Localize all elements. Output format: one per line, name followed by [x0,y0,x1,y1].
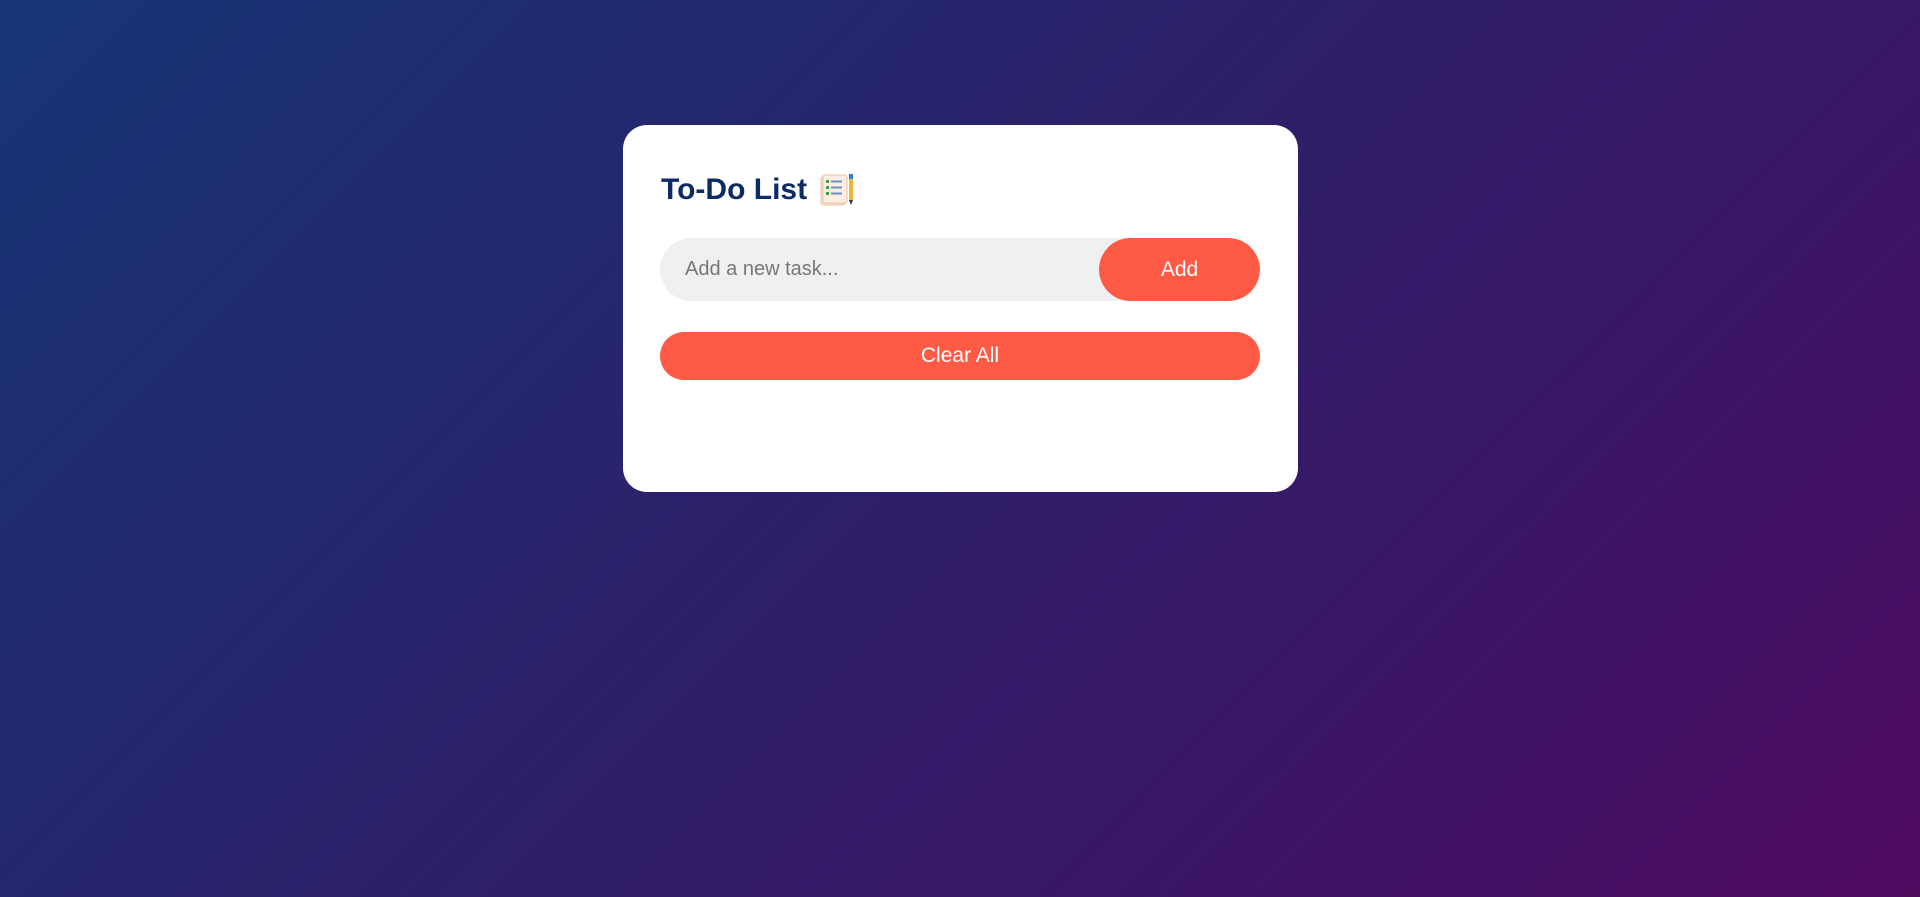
todo-card: To-Do List Add Clear All [623,125,1298,492]
clear-all-button[interactable]: Clear All [660,332,1260,380]
add-button[interactable]: Add [1099,238,1260,301]
checklist-notepad-icon [819,173,855,207]
page-title: To-Do List [661,173,808,206]
add-task-row: Add [660,238,1260,301]
title-row: To-Do List [661,173,855,207]
task-input[interactable] [660,238,1099,301]
